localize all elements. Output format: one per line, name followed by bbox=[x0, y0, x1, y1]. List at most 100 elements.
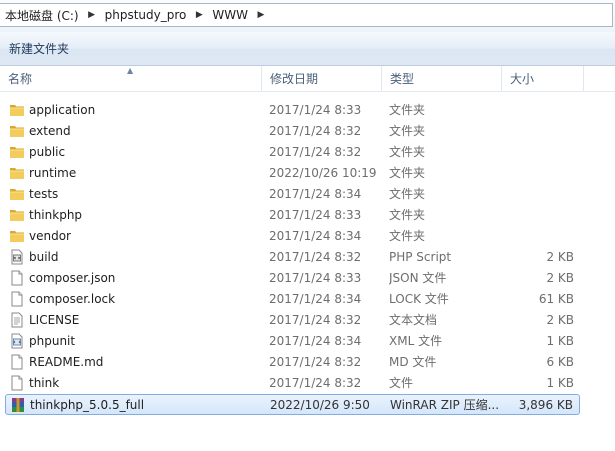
file-row[interactable]: composer.lock 2017/1/24 8:34 LOCK 文件 61 KB bbox=[5, 289, 580, 310]
file-type: XML 文件 bbox=[389, 334, 443, 348]
file-date: 2017/1/24 8:33 bbox=[269, 103, 362, 117]
file-row[interactable]: extend 2017/1/24 8:32 文件夹 bbox=[5, 121, 580, 142]
chevron-right-icon[interactable]: ▶ bbox=[84, 10, 100, 20]
file-size: 2 KB bbox=[546, 271, 574, 285]
file-date: 2017/1/24 8:32 bbox=[269, 124, 362, 138]
file-type: 文件夹 bbox=[389, 145, 426, 159]
file-icon bbox=[9, 270, 25, 286]
breadcrumb[interactable]: 本地磁盘 (C:) ▶ phpstudy_pro ▶ WWW ▶ bbox=[0, 3, 613, 27]
file-type: 文本文档 bbox=[389, 313, 438, 327]
file-name: think bbox=[29, 376, 60, 390]
column-size-label: 大小 bbox=[510, 72, 535, 86]
file-icon bbox=[9, 291, 25, 307]
file-name: public bbox=[29, 145, 66, 159]
file-date: 2022/10/26 9:50 bbox=[270, 398, 370, 412]
column-date-label: 修改日期 bbox=[270, 72, 319, 86]
address-bar: 本地磁盘 (C:) ▶ phpstudy_pro ▶ WWW ▶ bbox=[0, 0, 615, 32]
folder-icon bbox=[9, 186, 25, 202]
file-name: thinkphp_5.0.5_full bbox=[30, 398, 145, 412]
file-size: 61 KB bbox=[538, 292, 574, 306]
chevron-right-icon[interactable]: ▶ bbox=[191, 10, 207, 20]
file-type: 文件夹 bbox=[389, 229, 426, 243]
file-size: 3,896 KB bbox=[518, 398, 573, 412]
file-name: application bbox=[29, 103, 96, 117]
file-row[interactable]: tests 2017/1/24 8:34 文件夹 bbox=[5, 184, 580, 205]
file-date: 2017/1/24 8:32 bbox=[269, 250, 362, 264]
file-icon bbox=[9, 354, 25, 370]
file-row[interactable]: application 2017/1/24 8:33 文件夹 bbox=[5, 100, 580, 121]
file-name: vendor bbox=[29, 229, 71, 243]
folder-icon bbox=[9, 165, 25, 181]
file-name: composer.json bbox=[29, 271, 116, 285]
file-row[interactable]: build 2017/1/24 8:32 PHP Script 2 KB bbox=[5, 247, 580, 268]
file-size: 1 KB bbox=[546, 334, 574, 348]
php-script-icon bbox=[9, 249, 25, 265]
file-row[interactable]: runtime 2022/10/26 10:19 文件夹 bbox=[5, 163, 580, 184]
column-header: 名称 ▲ 修改日期 类型 大小 bbox=[0, 66, 615, 92]
file-size: 2 KB bbox=[546, 250, 574, 264]
file-size: 6 KB bbox=[546, 355, 574, 369]
text-file-icon bbox=[9, 312, 25, 328]
file-date: 2017/1/24 8:33 bbox=[269, 271, 362, 285]
file-row[interactable]: vendor 2017/1/24 8:34 文件夹 bbox=[5, 226, 580, 247]
column-size-header[interactable]: 大小 bbox=[502, 66, 584, 92]
file-date: 2017/1/24 8:34 bbox=[269, 292, 362, 306]
file-type: MD 文件 bbox=[389, 355, 437, 369]
folder-icon bbox=[9, 144, 25, 160]
file-date: 2017/1/24 8:33 bbox=[269, 208, 362, 222]
file-type: 文件夹 bbox=[389, 124, 426, 138]
file-name: composer.lock bbox=[29, 292, 116, 306]
file-row[interactable]: public 2017/1/24 8:32 文件夹 bbox=[5, 142, 580, 163]
file-type: 文件夹 bbox=[389, 166, 426, 180]
xml-file-icon bbox=[9, 333, 25, 349]
file-name: runtime bbox=[29, 166, 77, 180]
file-row[interactable]: README.md 2017/1/24 8:32 MD 文件 6 KB bbox=[5, 352, 580, 373]
file-name: thinkphp bbox=[29, 208, 83, 222]
column-name-label: 名称 bbox=[8, 72, 33, 86]
breadcrumb-item-www[interactable]: WWW bbox=[207, 8, 253, 22]
file-name: build bbox=[29, 250, 59, 264]
file-type: 文件 bbox=[389, 376, 414, 390]
file-name: README.md bbox=[29, 355, 104, 369]
file-date: 2017/1/24 8:34 bbox=[269, 229, 362, 243]
breadcrumb-item-phpstudy[interactable]: phpstudy_pro bbox=[100, 8, 192, 22]
file-row[interactable]: thinkphp 2017/1/24 8:33 文件夹 bbox=[5, 205, 580, 226]
breadcrumb-item-drive[interactable]: 本地磁盘 (C:) bbox=[0, 7, 84, 24]
winrar-archive-icon bbox=[10, 397, 26, 413]
column-type-label: 类型 bbox=[390, 72, 415, 86]
file-date: 2017/1/24 8:32 bbox=[269, 313, 362, 327]
file-date: 2017/1/24 8:32 bbox=[269, 355, 362, 369]
folder-icon bbox=[9, 123, 25, 139]
file-type: 文件夹 bbox=[389, 103, 426, 117]
file-date: 2022/10/26 10:19 bbox=[269, 166, 377, 180]
column-type-header[interactable]: 类型 bbox=[382, 66, 502, 92]
file-row[interactable]: LICENSE 2017/1/24 8:32 文本文档 2 KB bbox=[5, 310, 580, 331]
file-size: 2 KB bbox=[546, 313, 574, 327]
file-row[interactable]: phpunit 2017/1/24 8:34 XML 文件 1 KB bbox=[5, 331, 580, 352]
file-date: 2017/1/24 8:32 bbox=[269, 145, 362, 159]
file-icon bbox=[9, 375, 25, 391]
file-row[interactable]: think 2017/1/24 8:32 文件 1 KB bbox=[5, 373, 580, 394]
column-date-header[interactable]: 修改日期 bbox=[262, 66, 382, 92]
file-row[interactable]: composer.json 2017/1/24 8:33 JSON 文件 2 KB bbox=[5, 268, 580, 289]
file-date: 2017/1/24 8:32 bbox=[269, 376, 362, 390]
file-name: phpunit bbox=[29, 334, 76, 348]
folder-icon bbox=[9, 228, 25, 244]
chevron-right-icon[interactable]: ▶ bbox=[253, 10, 269, 20]
file-type: WinRAR ZIP 压缩... bbox=[390, 398, 500, 412]
file-type: 文件夹 bbox=[389, 187, 426, 201]
file-date: 2017/1/24 8:34 bbox=[269, 334, 362, 348]
file-row[interactable]: thinkphp_5.0.5_full 2022/10/26 9:50 WinRAR… bbox=[5, 394, 580, 415]
file-type: LOCK 文件 bbox=[389, 292, 449, 306]
folder-icon bbox=[9, 207, 25, 223]
file-type: JSON 文件 bbox=[389, 271, 447, 285]
toolbar: 新建文件夹 bbox=[0, 32, 615, 66]
file-type: 文件夹 bbox=[389, 208, 426, 222]
file-name: extend bbox=[29, 124, 71, 138]
sort-ascending-icon: ▲ bbox=[127, 66, 134, 75]
file-name: tests bbox=[29, 187, 59, 201]
folder-icon bbox=[9, 102, 25, 118]
column-name-header[interactable]: 名称 ▲ bbox=[0, 66, 262, 92]
file-date: 2017/1/24 8:34 bbox=[269, 187, 362, 201]
new-folder-button[interactable]: 新建文件夹 bbox=[5, 39, 73, 59]
